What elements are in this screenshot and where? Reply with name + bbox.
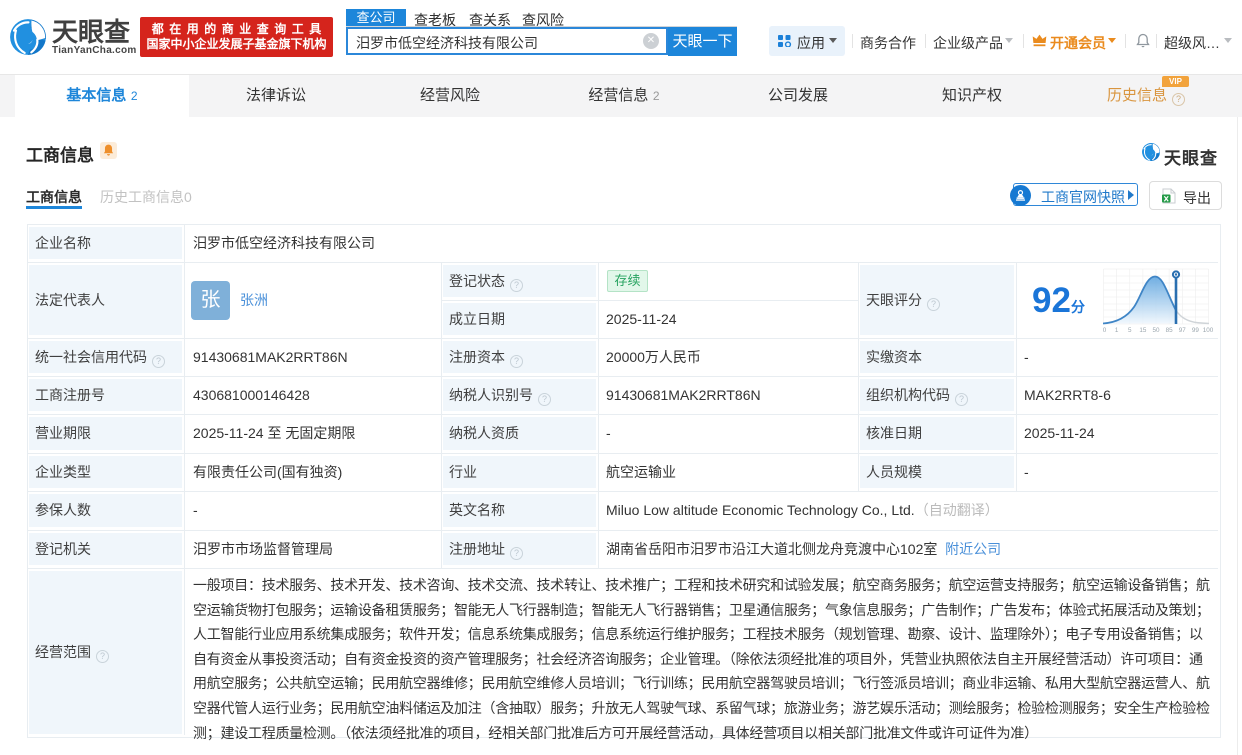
svg-text:15: 15 xyxy=(1139,327,1147,333)
svg-text:97: 97 xyxy=(1179,327,1187,333)
svg-text:50: 50 xyxy=(1152,327,1160,333)
svg-text:99: 99 xyxy=(1192,327,1200,333)
svg-text:85: 85 xyxy=(1166,327,1174,333)
svg-text:1: 1 xyxy=(1115,327,1119,333)
svg-text:100: 100 xyxy=(1203,327,1213,333)
svg-text:5: 5 xyxy=(1128,327,1132,333)
svg-text:0: 0 xyxy=(1103,327,1107,333)
